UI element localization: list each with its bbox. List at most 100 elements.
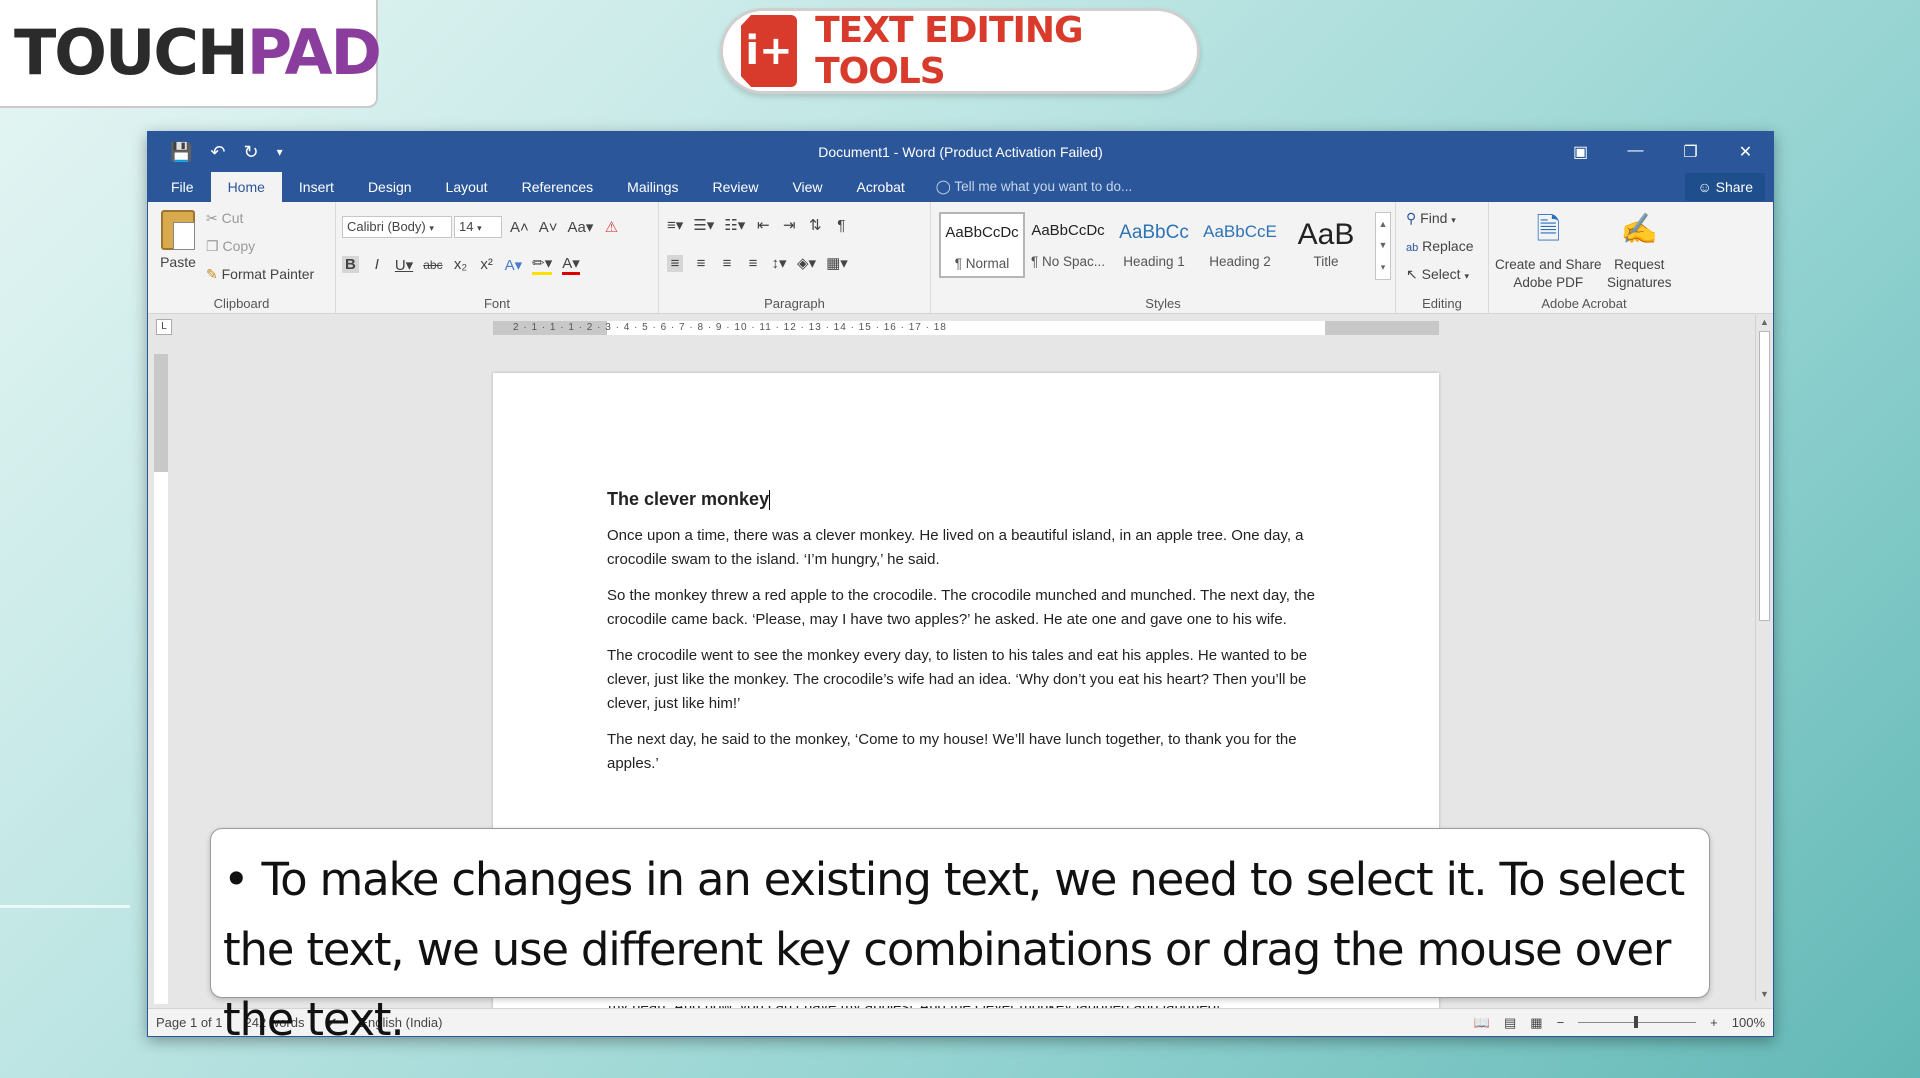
tab-references[interactable]: References xyxy=(505,172,611,202)
document-paragraph[interactable]: The next day, he said to the monkey, ‘Co… xyxy=(607,728,1325,776)
share-button[interactable]: ☺ Share xyxy=(1685,173,1765,201)
decrease-indent-icon[interactable]: ⇤ xyxy=(755,216,771,234)
section-badge: i+ TEXT EDITING TOOLS xyxy=(720,8,1200,94)
save-icon[interactable]: 💾 xyxy=(170,142,192,163)
align-right-icon[interactable]: ≡ xyxy=(719,255,735,272)
styles-scroll[interactable]: ▲ ▼ ▾ xyxy=(1375,212,1391,280)
request-signatures-button[interactable]: ✍ Request Signatures xyxy=(1607,210,1672,292)
document-paragraph[interactable]: So the monkey threw a red apple to the c… xyxy=(607,584,1325,632)
justify-icon[interactable]: ≡ xyxy=(745,255,761,272)
document-heading[interactable]: The clever monkey xyxy=(607,489,1325,511)
font-size-select[interactable]: 14 ▾ xyxy=(454,216,502,238)
align-left-icon[interactable]: ≡ xyxy=(667,254,683,272)
ribbon-display-icon[interactable]: ▣ xyxy=(1553,142,1608,162)
clear-formatting-icon[interactable]: ⚠ xyxy=(603,218,619,236)
bullets-icon[interactable]: ≡▾ xyxy=(667,216,683,234)
shading-icon[interactable]: ◈▾ xyxy=(797,254,816,272)
brush-icon: ✎ xyxy=(206,266,218,282)
scroll-up-icon[interactable]: ▲ xyxy=(1756,317,1773,327)
chevron-down-icon[interactable]: ▼ xyxy=(1379,240,1388,250)
font-family-value: Calibri (Body) xyxy=(347,219,426,234)
create-pdf-label-2: Adobe PDF xyxy=(1513,275,1584,291)
font-color-icon[interactable]: A▾ xyxy=(562,254,580,275)
tab-design[interactable]: Design xyxy=(351,172,429,202)
close-icon[interactable]: ✕ xyxy=(1718,142,1773,162)
customize-icon[interactable]: ▾ xyxy=(277,145,283,159)
undo-icon[interactable]: ↶ xyxy=(210,142,225,163)
badge-title: TEXT EDITING TOOLS xyxy=(815,10,1083,92)
superscript-icon[interactable]: x² xyxy=(479,256,495,273)
tab-review[interactable]: Review xyxy=(696,172,776,202)
style-name: Heading 2 xyxy=(1209,254,1271,269)
copy-button[interactable]: ❐ Copy xyxy=(206,238,255,255)
scroll-down-icon[interactable]: ▼ xyxy=(1756,989,1773,999)
grow-font-icon[interactable]: A˄ xyxy=(510,219,529,236)
style-normal[interactable]: AaBbCcDc ¶ Normal xyxy=(939,212,1025,278)
underline-icon[interactable]: U▾ xyxy=(395,256,413,274)
tab-insert[interactable]: Insert xyxy=(282,172,351,202)
font-family-select[interactable]: Calibri (Body) ▾ xyxy=(342,216,452,238)
tab-mailings[interactable]: Mailings xyxy=(610,172,695,202)
create-pdf-button[interactable]: 🗎 Create and Share Adobe PDF xyxy=(1495,210,1602,292)
format-painter-button[interactable]: ✎ Format Painter xyxy=(206,266,314,283)
select-button[interactable]: ↖ Select ▾ xyxy=(1406,266,1469,283)
chevron-up-icon[interactable]: ▲ xyxy=(1379,219,1388,229)
redo-icon[interactable]: ↻ xyxy=(244,142,259,163)
increase-indent-icon[interactable]: ⇥ xyxy=(781,216,797,234)
line-spacing-icon[interactable]: ↕▾ xyxy=(771,254,787,272)
shrink-font-icon[interactable]: A˅ xyxy=(539,219,558,236)
multilevel-list-icon[interactable]: ☷▾ xyxy=(724,216,745,234)
request-label-1: Request xyxy=(1614,257,1665,272)
styles-group: AaBbCcDc ¶ Normal AaBbCcDc ¶ No Spac... … xyxy=(931,202,1396,313)
highlight-icon[interactable]: ✏▾ xyxy=(532,254,553,275)
select-label: Select xyxy=(1421,266,1461,282)
share-label: Share xyxy=(1715,179,1753,195)
find-button[interactable]: ⚲ Find ▾ xyxy=(1406,210,1456,227)
tab-selector[interactable]: L xyxy=(156,319,172,335)
touchpad-logo: TOUCHPAD xyxy=(0,0,382,108)
numbering-icon[interactable]: ☰▾ xyxy=(693,216,714,234)
ribbon-tabs: File Home Insert Design Layout Reference… xyxy=(148,172,1773,202)
more-styles-icon[interactable]: ▾ xyxy=(1381,262,1386,273)
document-paragraph[interactable]: Once upon a time, there was a clever mon… xyxy=(607,524,1325,572)
bold-icon[interactable]: B xyxy=(342,256,359,273)
subscript-icon[interactable]: x₂ xyxy=(453,256,469,273)
vertical-ruler[interactable] xyxy=(154,354,168,1004)
tab-layout[interactable]: Layout xyxy=(429,172,505,202)
tab-file[interactable]: File xyxy=(154,172,211,202)
change-case-icon[interactable]: Aa▾ xyxy=(568,218,594,236)
strikethrough-icon[interactable]: abc xyxy=(423,258,442,272)
text-cursor xyxy=(769,490,771,511)
chevron-down-icon: ▾ xyxy=(477,223,482,233)
document-paragraph[interactable]: The crocodile went to see the monkey eve… xyxy=(607,644,1325,716)
style-no-spacing[interactable]: AaBbCcDc ¶ No Spac... xyxy=(1025,212,1111,278)
paste-button[interactable]: Paste xyxy=(158,210,198,270)
style-heading-2[interactable]: AaBbCcE Heading 2 xyxy=(1197,212,1283,278)
pilcrow-icon[interactable]: ¶ xyxy=(833,217,849,234)
zoom-level[interactable]: 100% xyxy=(1732,1015,1765,1030)
tell-me-box[interactable]: ◯ Tell me what you want to do... xyxy=(936,172,1132,202)
vertical-scrollbar[interactable]: ▲ ▼ xyxy=(1755,315,1773,1001)
align-center-icon[interactable]: ≡ xyxy=(693,255,709,272)
text-effects-icon[interactable]: A▾ xyxy=(505,256,523,274)
request-label-2: Signatures xyxy=(1607,275,1672,291)
editing-label: Editing xyxy=(1422,296,1462,311)
scroll-thumb[interactable] xyxy=(1759,331,1770,621)
zoom-in-icon[interactable]: + xyxy=(1710,1015,1718,1030)
style-heading-1[interactable]: AaBbCc Heading 1 xyxy=(1111,212,1197,278)
style-title[interactable]: AaB Title xyxy=(1283,212,1369,278)
borders-icon[interactable]: ▦▾ xyxy=(826,254,848,272)
italic-icon[interactable]: I xyxy=(369,256,385,273)
sort-icon[interactable]: ⇅ xyxy=(807,216,823,234)
tab-home[interactable]: Home xyxy=(210,172,282,202)
horizontal-ruler[interactable]: 2 · 1 · 1 · 1 · 2 · 3 · 4 · 5 · 6 · 7 · … xyxy=(493,321,1439,335)
style-sample: AaB xyxy=(1297,218,1355,251)
replace-button[interactable]: ab Replace xyxy=(1406,238,1474,254)
cut-button[interactable]: ✂ Cut xyxy=(206,210,243,227)
tab-view[interactable]: View xyxy=(775,172,839,202)
page-count[interactable]: Page 1 of 1 xyxy=(156,1015,223,1030)
person-icon: ☺ xyxy=(1697,179,1712,195)
minimize-icon[interactable]: — xyxy=(1608,142,1663,162)
tab-acrobat[interactable]: Acrobat xyxy=(840,172,922,202)
restore-icon[interactable]: ❐ xyxy=(1663,142,1718,162)
